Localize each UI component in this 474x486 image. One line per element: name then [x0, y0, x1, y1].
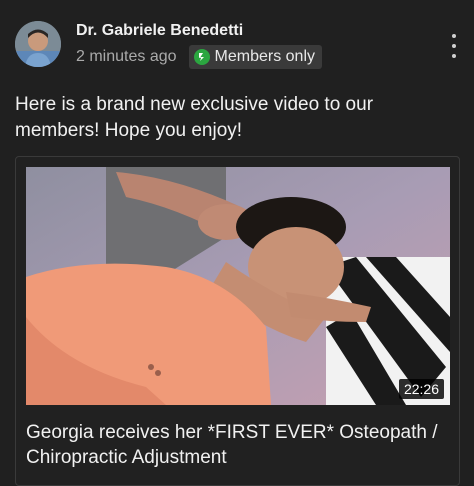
members-badge-icon — [193, 49, 210, 65]
channel-avatar[interactable] — [15, 21, 61, 67]
video-thumbnail[interactable]: 22:26 — [26, 167, 450, 405]
post-header: Dr. Gabriele Benedetti 2 minutes ago Mem… — [0, 0, 474, 80]
video-title[interactable]: Georgia receives her *FIRST EVER* Osteop… — [26, 420, 456, 470]
members-only-badge: Members only — [188, 45, 322, 69]
badge-label: Members only — [214, 48, 315, 65]
post-meta: 2 minutes ago Members only — [76, 44, 322, 70]
video-duration: 22:26 — [398, 379, 444, 399]
channel-name[interactable]: Dr. Gabriele Benedetti — [76, 22, 243, 40]
avatar-image — [15, 21, 61, 67]
more-vertical-icon[interactable] — [447, 34, 461, 58]
video-card[interactable]: 22:26 Georgia receives her *FIRST EVER* … — [15, 156, 460, 486]
post-text: Here is a brand new exclusive video to o… — [15, 94, 374, 141]
thumbnail-image — [26, 167, 450, 405]
post-time: 2 minutes ago — [76, 48, 177, 65]
